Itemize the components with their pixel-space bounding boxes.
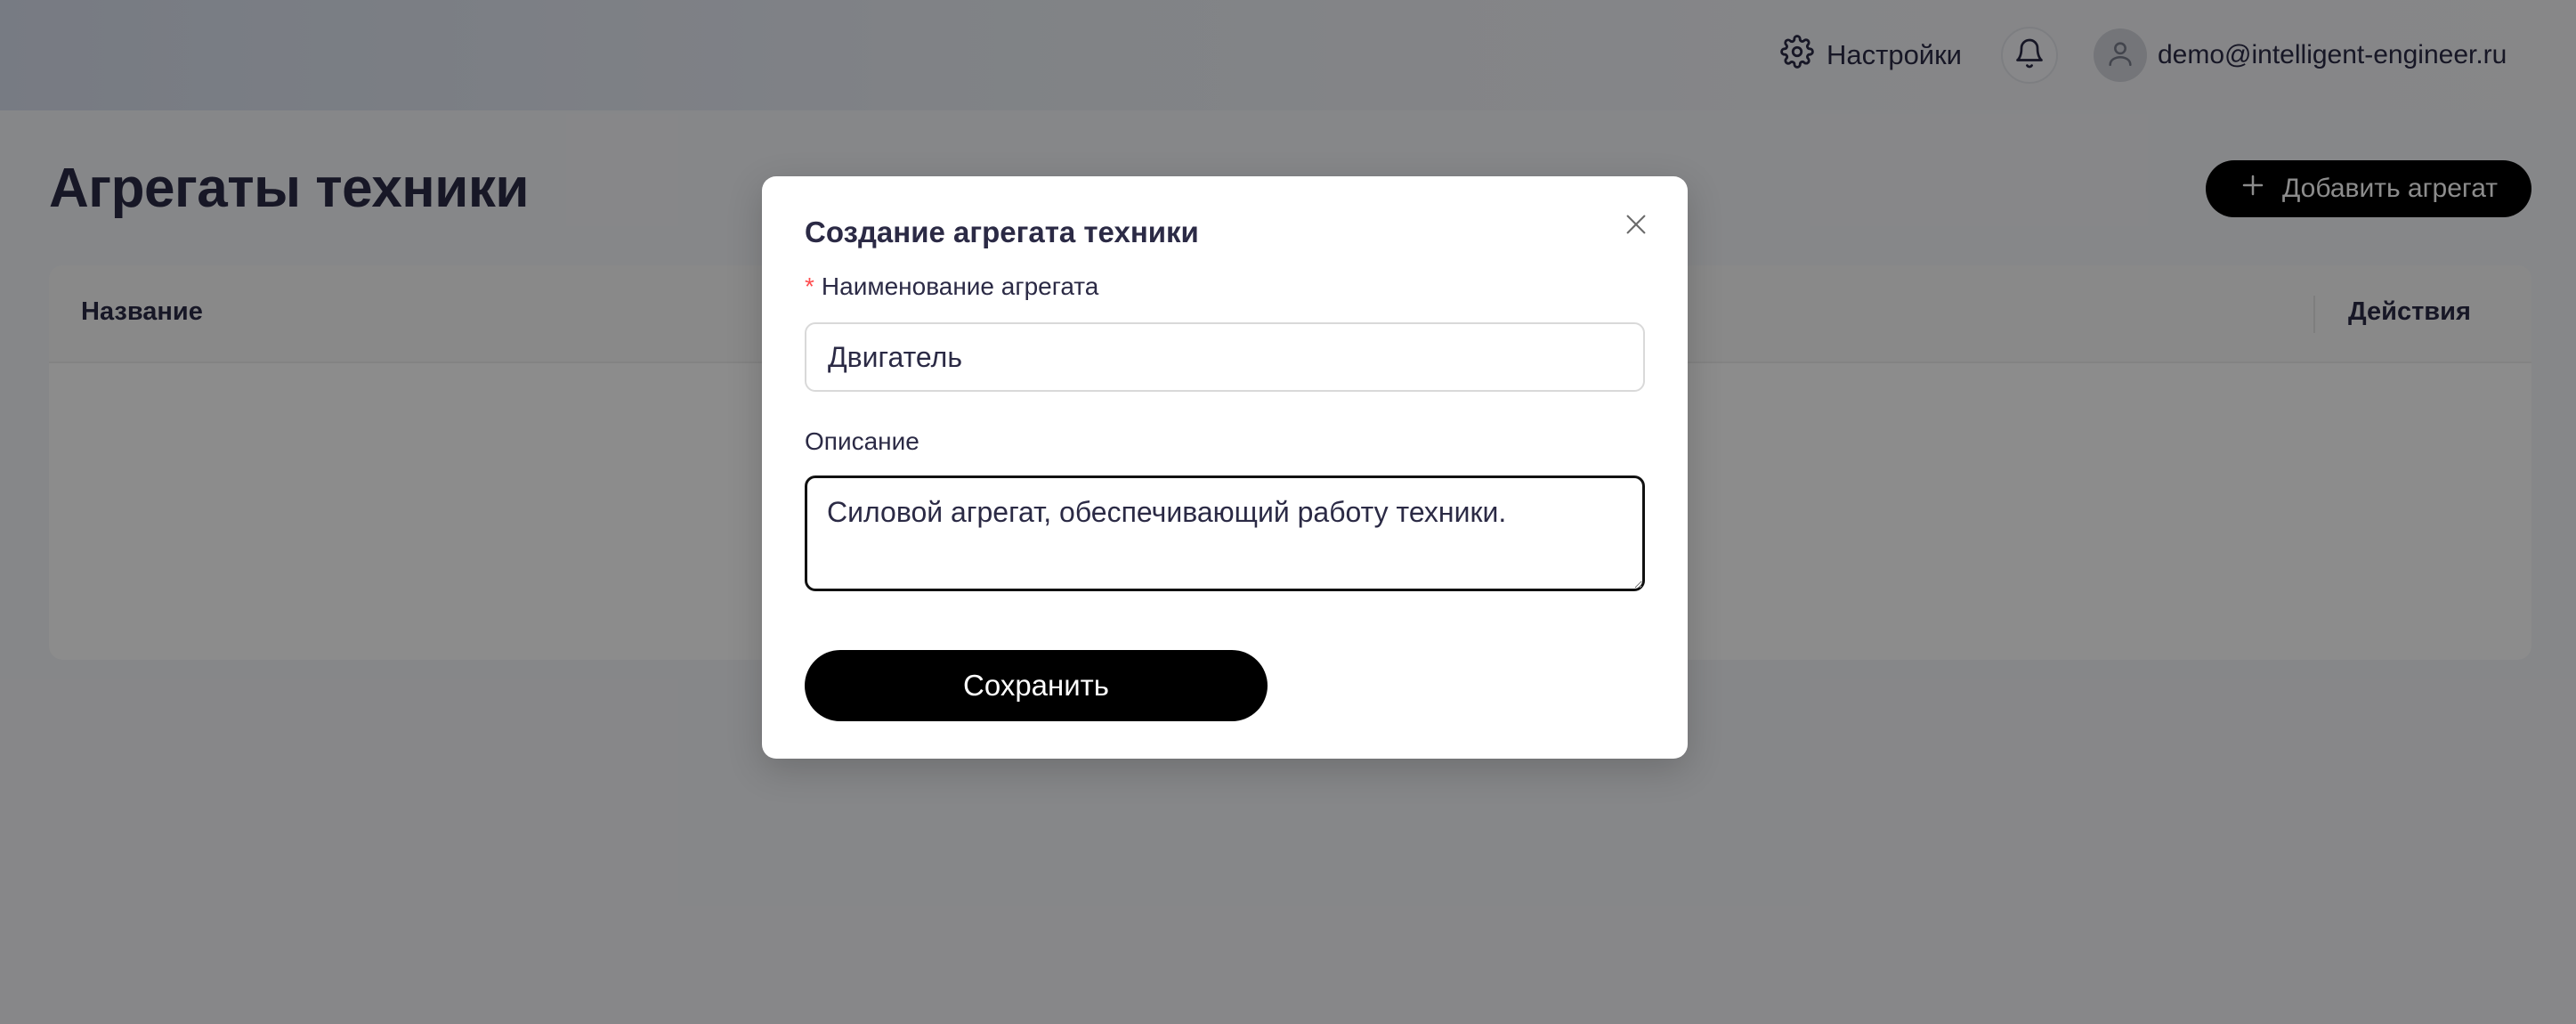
save-button[interactable]: Сохранить [805, 650, 1268, 721]
aggregate-name-label: * Наименование агрегата [805, 272, 1098, 301]
page: Настройки demo@intelligent-engineer.ru А… [0, 0, 2576, 1024]
description-textarea[interactable]: Силовой агрегат, обеспечивающий работу т… [805, 475, 1645, 591]
modal-title: Создание агрегата техники [805, 215, 1199, 248]
close-button[interactable] [1616, 207, 1656, 246]
description-label: Описание [805, 427, 919, 455]
close-icon [1622, 210, 1650, 243]
aggregate-name-input[interactable] [805, 322, 1645, 392]
required-mark: * [805, 272, 814, 300]
create-aggregate-modal: Создание агрегата техники * Наименование … [762, 176, 1688, 759]
aggregate-name-label-text: Наименование агрегата [821, 272, 1099, 300]
